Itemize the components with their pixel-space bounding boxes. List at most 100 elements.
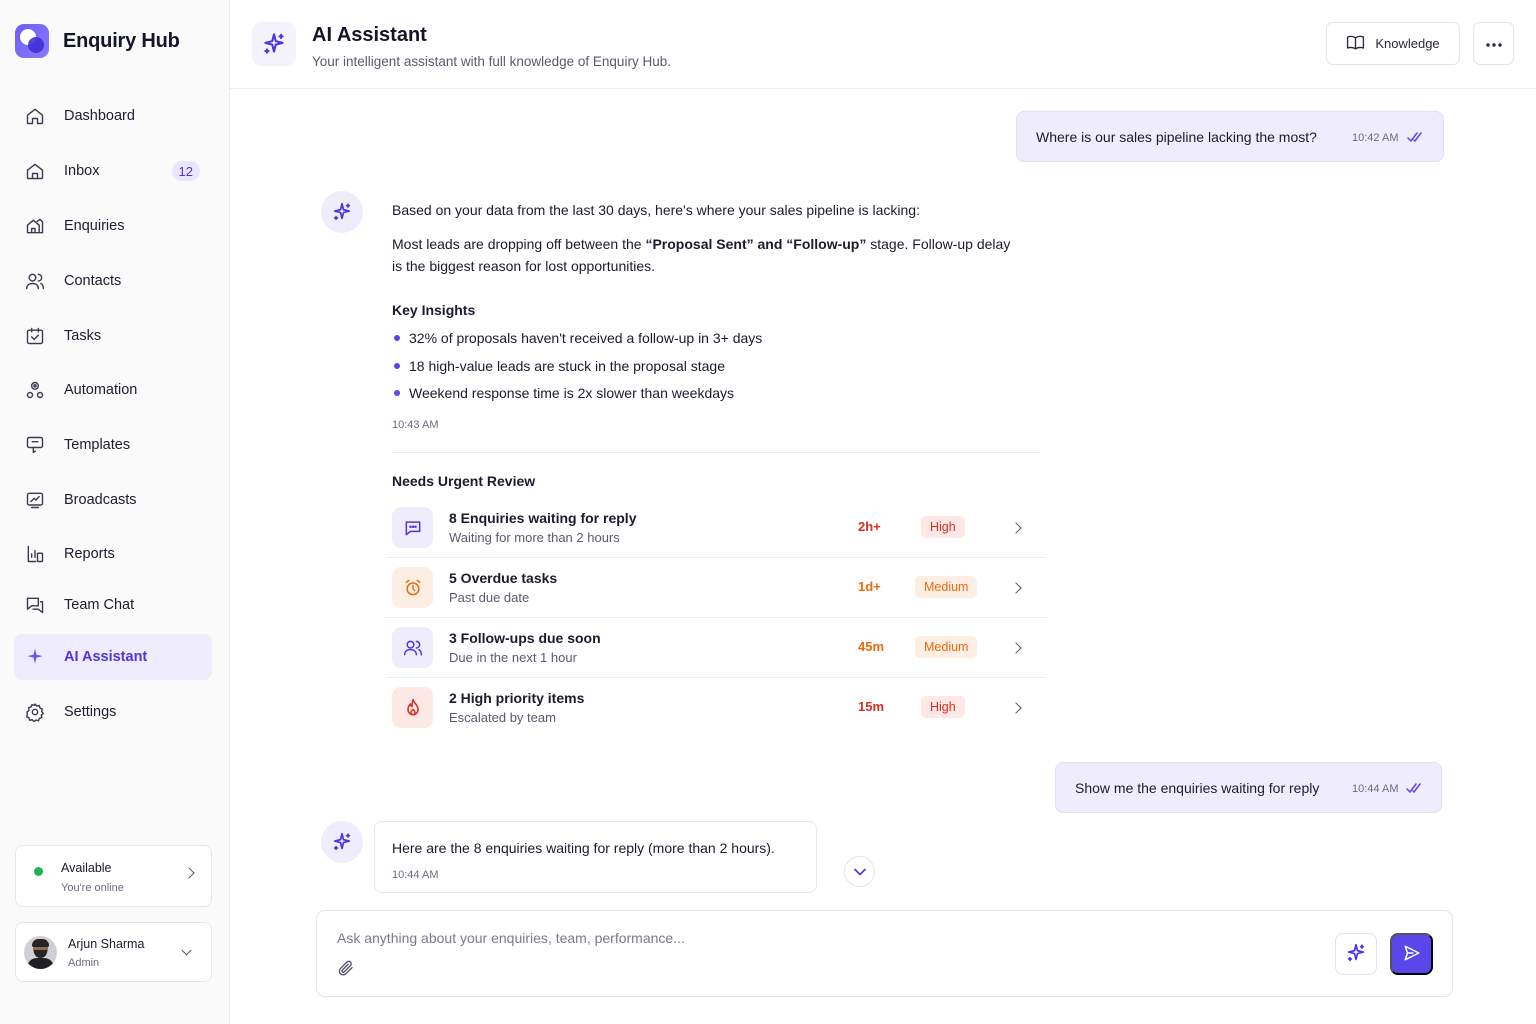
- sidebar-item-label: Enquiries: [64, 218, 125, 234]
- urgent-review-row[interactable]: 3 Follow-ups due soon Due in the next 1 …: [386, 618, 1046, 678]
- review-subtitle: Waiting for more than 2 hours: [449, 530, 620, 545]
- sidebar-item-automation[interactable]: Automation: [14, 367, 212, 413]
- sidebar-item-label: Automation: [64, 382, 138, 398]
- sidebar-item-dashboard[interactable]: Dashboard: [14, 93, 212, 139]
- sidebar-item-reports[interactable]: Reports: [14, 531, 212, 577]
- priority-badge: High: [921, 516, 965, 538]
- home-icon: [24, 105, 46, 127]
- ai-message-text: Here are the 8 enquiries waiting for rep…: [392, 840, 775, 856]
- ai-message-paragraph: Most leads are dropping off between the …: [392, 233, 1052, 255]
- urgent-review-row[interactable]: 8 Enquiries waiting for reply Waiting fo…: [386, 498, 1046, 558]
- ai-avatar-sparkle-icon: [321, 191, 363, 233]
- ai-text-bold: “Proposal Sent” and “Follow-up”: [645, 236, 867, 252]
- chevron-down-icon: [181, 945, 192, 956]
- user-profile-card[interactable]: Arjun Sharma Admin: [15, 922, 212, 982]
- ai-message-bubble: Here are the 8 enquiries waiting for rep…: [374, 821, 817, 893]
- sidebar-item-enquiries[interactable]: Enquiries: [14, 203, 212, 249]
- users-icon: [392, 627, 433, 668]
- review-title: 2 High priority items: [449, 690, 585, 706]
- brand[interactable]: Enquiry Hub: [15, 24, 180, 58]
- ai-avatar-sparkle-icon: [321, 821, 363, 863]
- sidebar-item-settings[interactable]: Settings: [14, 689, 212, 735]
- user-name: Arjun Sharma: [68, 937, 145, 951]
- ai-message-paragraph-cont: is the biggest reason for lost opportuni…: [392, 258, 656, 274]
- page-header: AI Assistant Your intelligent assistant …: [230, 0, 1536, 89]
- avatar: [24, 936, 57, 969]
- status-title: Available: [61, 861, 112, 875]
- message-time: 10:42 AM: [1352, 132, 1399, 144]
- sidebar-item-contacts[interactable]: Contacts: [14, 258, 212, 304]
- brand-name: Enquiry Hub: [63, 29, 180, 52]
- availability-status-card[interactable]: Available You're online: [15, 845, 212, 907]
- chevron-down-icon: [853, 864, 866, 879]
- ai-text-span: Most leads are dropping off between the: [392, 236, 646, 252]
- priority-badge: High: [921, 696, 965, 718]
- user-role: Admin: [68, 957, 100, 969]
- sidebar-item-label: Team Chat: [64, 597, 135, 613]
- urgent-review-heading: Needs Urgent Review: [392, 473, 536, 489]
- urgent-review-row[interactable]: 5 Overdue tasks Past due date 1d+ Medium: [386, 558, 1046, 618]
- review-time: 1d+: [858, 579, 881, 594]
- insight-text: 32% of proposals haven't received a foll…: [409, 330, 763, 346]
- book-icon: [1346, 33, 1365, 55]
- insight-item: 18 high-value leads are stuck in the pro…: [394, 358, 725, 374]
- review-subtitle: Past due date: [449, 590, 530, 605]
- chevron-right-icon: [1010, 582, 1022, 594]
- message-composer: [316, 910, 1453, 997]
- settings-icon: [24, 701, 46, 723]
- send-button[interactable]: [1390, 933, 1433, 975]
- sidebar-item-ai-assistant[interactable]: AI Assistant: [14, 634, 212, 680]
- review-title: 3 Follow-ups due soon: [449, 630, 601, 646]
- ai-suggest-button[interactable]: [1335, 933, 1377, 975]
- sidebar-item-label: Tasks: [64, 328, 102, 344]
- sidebar-item-label: Templates: [64, 437, 131, 453]
- broadcasts-icon: [24, 489, 46, 511]
- review-subtitle: Due in the next 1 hour: [449, 650, 577, 665]
- more-horizontal-icon: [1485, 36, 1503, 51]
- review-title: 8 Enquiries waiting for reply: [449, 510, 637, 526]
- insight-text: Weekend response time is 2x slower than …: [409, 385, 735, 401]
- sidebar-item-label: Dashboard: [64, 108, 135, 124]
- priority-badge: Medium: [915, 636, 978, 658]
- divider: [392, 452, 1040, 453]
- message-time: 10:44 AM: [1352, 783, 1399, 795]
- alarm-clock-icon: [392, 567, 433, 608]
- paperclip-icon[interactable]: [337, 959, 355, 982]
- scroll-to-bottom-button[interactable]: [844, 856, 875, 887]
- sidebar-item-broadcasts[interactable]: Broadcasts: [14, 477, 212, 523]
- user-message-text: Show me the enquiries waiting for reply: [1075, 779, 1320, 796]
- more-options-button[interactable]: [1473, 22, 1514, 65]
- priority-badge: Medium: [915, 576, 978, 598]
- sidebar-item-templates[interactable]: Templates: [14, 422, 212, 468]
- knowledge-button[interactable]: Knowledge: [1326, 22, 1460, 65]
- templates-icon: [24, 434, 46, 456]
- sidebar-item-inbox[interactable]: Inbox 12: [14, 148, 212, 194]
- sparkle-icon: [1345, 942, 1367, 967]
- sidebar: Enquiry Hub Dashboard Inbox 12 Enquiries…: [0, 0, 230, 1024]
- user-message: Show me the enquiries waiting for reply …: [1055, 762, 1442, 813]
- chat-input[interactable]: [337, 927, 1237, 949]
- sparkle-icon: [24, 646, 46, 668]
- sidebar-item-label: Broadcasts: [64, 492, 137, 508]
- sidebar-item-label: AI Assistant: [64, 649, 148, 665]
- sidebar-item-tasks[interactable]: Tasks: [14, 313, 212, 359]
- user-message-text: Where is our sales pipeline lacking the …: [1036, 128, 1317, 145]
- chevron-right-icon: [1010, 522, 1022, 534]
- sidebar-item-team-chat[interactable]: Team Chat: [14, 582, 212, 628]
- automation-icon: [24, 379, 46, 401]
- insight-item: Weekend response time is 2x slower than …: [394, 385, 734, 401]
- knowledge-label: Knowledge: [1375, 36, 1440, 51]
- message-time: 10:43 AM: [392, 419, 439, 431]
- urgent-review-row[interactable]: 2 High priority items Escalated by team …: [386, 678, 1046, 738]
- user-message: Where is our sales pipeline lacking the …: [1016, 111, 1444, 162]
- contacts-icon: [24, 270, 46, 292]
- brand-logo-icon: [15, 24, 49, 58]
- page-subtitle: Your intelligent assistant with full kno…: [312, 54, 671, 69]
- chevron-right-icon: [1010, 702, 1022, 714]
- sidebar-item-label: Inbox: [64, 163, 100, 179]
- review-time: 15m: [858, 699, 885, 714]
- flame-icon: [392, 687, 433, 728]
- ai-message-intro: Based on your data from the last 30 days…: [392, 202, 920, 218]
- status-subtitle: You're online: [61, 882, 124, 894]
- review-time: 45m: [858, 639, 885, 654]
